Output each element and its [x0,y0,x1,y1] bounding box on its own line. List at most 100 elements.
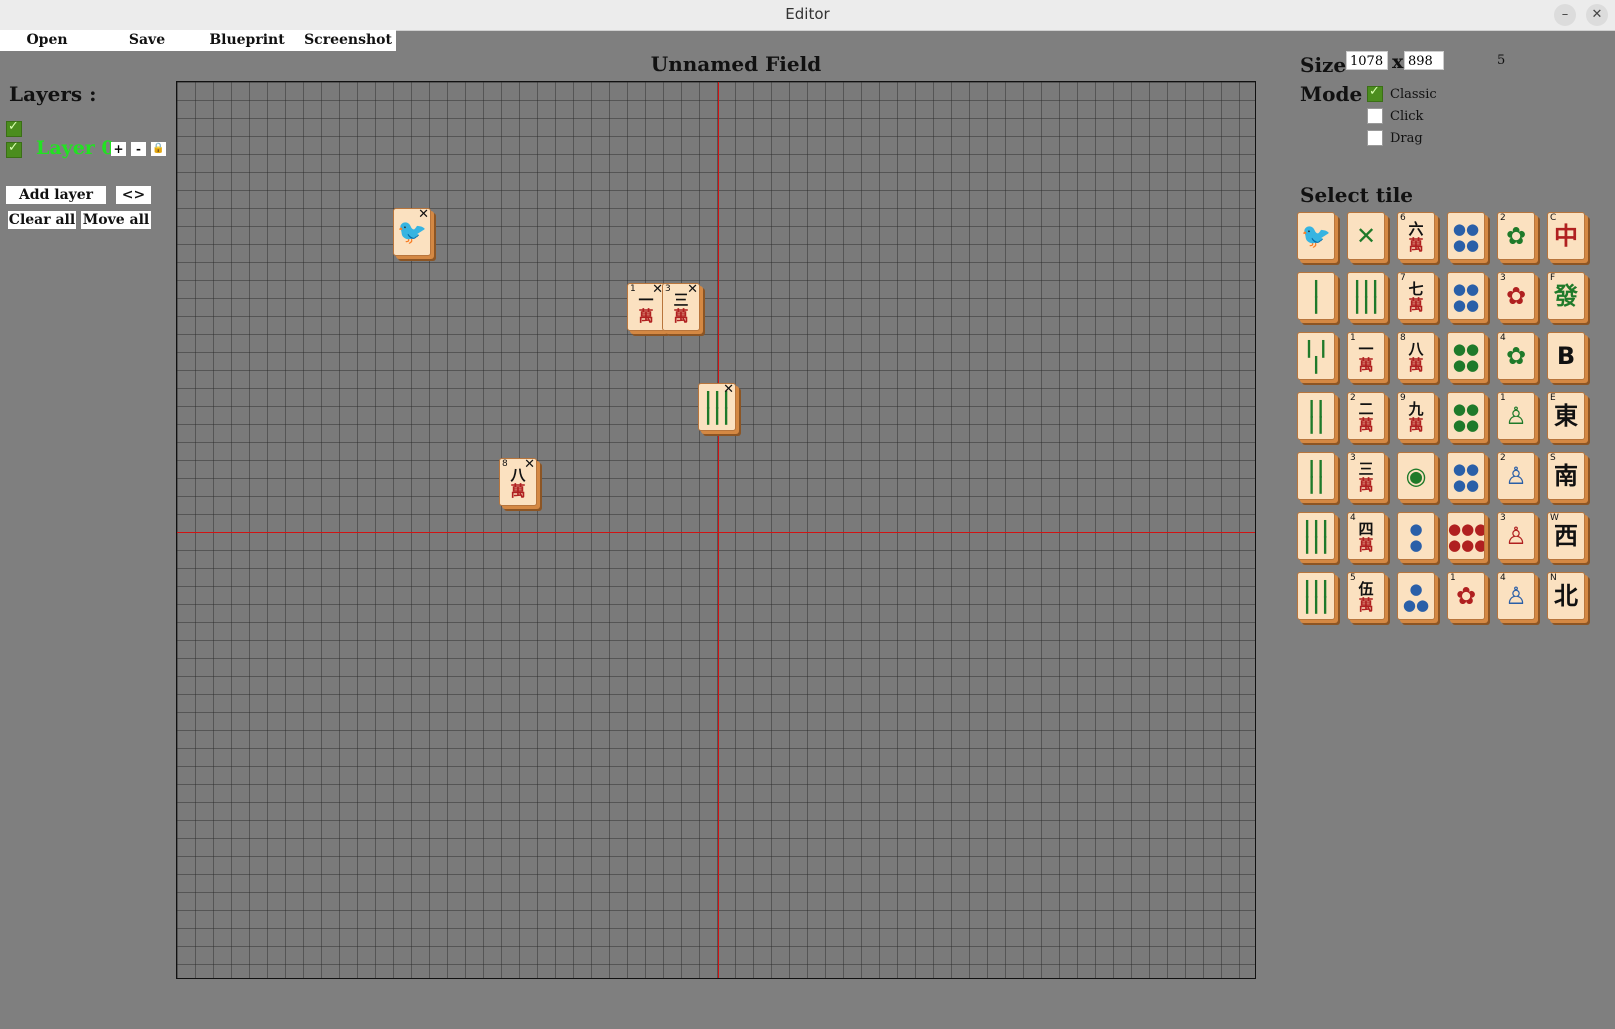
palette-tile[interactable]: 3 ♙ [1497,512,1535,560]
tile-glyph: 伍 [1358,580,1374,598]
remove-tile-icon[interactable]: ✕ [687,284,698,297]
classic-mode-checkbox[interactable] [1367,84,1383,102]
palette-tile[interactable]: 2二萬 [1347,392,1385,440]
palette-tile[interactable]: ✕ [1347,212,1385,260]
palette-tile[interactable]: E東 [1547,392,1585,440]
tile-sub-glyph: ┃ [1311,356,1321,374]
palette-tile[interactable]: 5伍萬 [1347,572,1385,620]
remove-tile-icon[interactable]: ✕ [524,459,535,472]
tile-sub-glyph: ● [1409,536,1423,554]
palette-tile[interactable]: ●● ●● [1447,452,1485,500]
palette-tile[interactable]: ┃ ┃ ┃ [1297,332,1335,380]
tile-glyph: 西 [1554,522,1578,550]
palette-tile[interactable]: 7七萬 [1397,272,1435,320]
palette-tile[interactable]: ●● ●● [1447,272,1485,320]
palette-tile[interactable]: 🐦 [1297,212,1335,260]
size-separator: x [1392,51,1404,73]
size-extra-value: 5 [1497,53,1506,68]
tile-number: 4 [1500,333,1506,343]
remove-tile-icon[interactable]: ✕ [723,384,734,397]
palette-tile[interactable]: 3三萬 [1347,452,1385,500]
add-layer-button[interactable]: Add layer [6,186,106,204]
palette-tile[interactable]: ┃┃┃ ┃┃┃ [1297,572,1335,620]
tile-sub-glyph: ┃┃┃ [1352,296,1380,314]
layer-0-plus-button[interactable]: + [111,142,126,156]
palette-tile[interactable]: B [1547,332,1585,380]
palette-tile[interactable]: ●●● ●●● [1447,512,1485,560]
window-title: Editor [785,5,830,23]
height-input[interactable]: 898 [1404,51,1444,70]
click-mode-checkbox[interactable] [1367,108,1383,124]
layer-0-lock-icon[interactable]: 🔒 [151,142,166,156]
palette-tile[interactable]: ● ● [1397,512,1435,560]
palette-tile[interactable]: 2 ♙ [1497,452,1535,500]
palette-tile[interactable]: C中 [1547,212,1585,260]
palette-tile[interactable]: F發 [1547,272,1585,320]
editor-field-grid[interactable] [176,81,1256,979]
tile-glyph: 中 [1554,222,1578,250]
tile-glyph: ┃┃┃ [1302,580,1330,598]
tile-glyph: 七 [1408,280,1424,298]
palette-tile[interactable]: ┃┃ ┃┃ [1297,392,1335,440]
palette-tile[interactable]: ┃ ┃ [1297,272,1335,320]
palette-tile[interactable]: 4 ♙ [1497,572,1535,620]
layer-0-visible-checkbox[interactable] [6,140,22,158]
tile-glyph: 四 [1358,520,1374,538]
width-input[interactable]: 1078 [1346,51,1388,70]
remove-tile-icon[interactable]: ✕ [418,209,429,222]
palette-tile[interactable]: 1 ♙ [1497,392,1535,440]
palette-tile[interactable]: W西 [1547,512,1585,560]
palette-tile[interactable]: 4 ✿ [1497,332,1535,380]
tile-glyph: 八 [1408,340,1424,358]
blueprint-button[interactable]: Blueprint [200,32,294,50]
tile-glyph: 北 [1554,582,1578,610]
tile-sub-glyph: 萬 [1408,356,1424,374]
placed-tile-char-8[interactable]: 8 八萬 ✕ [499,458,537,506]
move-all-button[interactable]: Move all [81,211,151,229]
placed-tile-bam-9[interactable]: ┃┃┃ ┃┃┃ ✕ [698,383,736,431]
window-titlebar: Editor – ✕ [0,0,1615,31]
palette-tile[interactable]: 6六萬 [1397,212,1435,260]
minimize-button[interactable]: – [1554,4,1576,26]
drag-mode-checkbox[interactable] [1367,130,1383,146]
palette-tile[interactable]: S南 [1547,452,1585,500]
tile-sub-glyph: 萬 [638,307,654,325]
close-button[interactable]: ✕ [1586,4,1608,26]
palette-tile[interactable]: ●● ●● [1447,212,1485,260]
placed-tile-char-3[interactable]: 3 三萬 ✕ [662,283,700,331]
palette-tile[interactable]: ● ●● [1397,572,1435,620]
tile-glyph: ┃ [1311,280,1321,298]
tile-sub-glyph: 萬 [1358,536,1374,554]
palette-tile[interactable]: 9九萬 [1397,392,1435,440]
palette-tile[interactable]: ◉ [1397,452,1435,500]
tile-glyph: ♙ [1505,582,1527,610]
palette-tile[interactable]: 8八萬 [1397,332,1435,380]
screenshot-button[interactable]: Screenshot [300,32,396,50]
palette-tile[interactable]: 1 ✿ [1447,572,1485,620]
palette-tile[interactable]: 1一萬 [1347,332,1385,380]
clear-all-button[interactable]: Clear all [8,211,76,229]
palette-tile[interactable]: N北 [1547,572,1585,620]
save-button[interactable]: Save [100,32,194,50]
layer-0-name[interactable]: Layer 0 [36,137,115,159]
palette-tile[interactable]: 2 ✿ [1497,212,1535,260]
tile-glyph: ●●● [1448,520,1485,538]
swap-layers-button[interactable]: <> [116,186,151,204]
placed-tile-char-1[interactable]: 1 一萬 ✕ [627,283,665,331]
palette-tile[interactable]: ●● ●● [1447,332,1485,380]
tile-glyph: 一 [1358,340,1374,358]
open-button[interactable]: Open [0,32,94,50]
placed-tile-bird[interactable]: 🐦 ✕ [393,208,431,256]
all-layers-visible-checkbox[interactable] [6,119,22,137]
palette-tile[interactable]: 4四萬 [1347,512,1385,560]
tile-glyph: 東 [1554,402,1578,430]
tile-sub-glyph: 萬 [1358,596,1374,614]
palette-tile[interactable]: ●● ●● [1447,392,1485,440]
palette-tile[interactable]: 3 ✿ [1497,272,1535,320]
tile-sub-glyph: 萬 [1408,416,1424,434]
layer-0-minus-button[interactable]: - [131,142,146,156]
palette-tile[interactable]: ┃┃ ┃┃ [1297,452,1335,500]
palette-tile[interactable]: ┃┃┃ ┃┃┃ [1297,512,1335,560]
palette-tile[interactable]: ┃┃┃ ┃┃┃ [1347,272,1385,320]
menu-bar: Open Save Blueprint Screenshot [0,30,396,51]
